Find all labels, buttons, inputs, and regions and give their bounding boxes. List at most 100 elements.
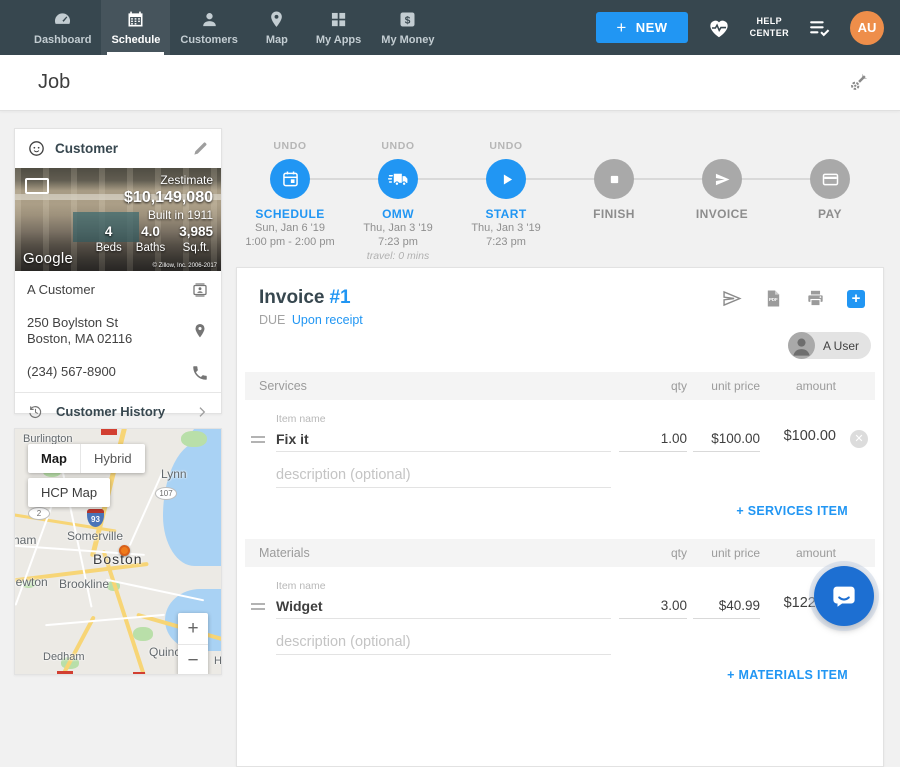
credit-card-icon-button[interactable] bbox=[810, 159, 850, 199]
map-label-brookline: Brookline bbox=[59, 577, 109, 591]
help-center-button[interactable]: HELP CENTER bbox=[750, 16, 789, 39]
zestimate-label: Zestimate bbox=[96, 173, 213, 188]
invoice-number: #1 bbox=[329, 287, 350, 308]
map-label-dedham: Dedham bbox=[43, 651, 85, 663]
add-materials-item-link[interactable]: + MATERIALS ITEM bbox=[727, 668, 848, 682]
zoom-in-button[interactable]: + bbox=[178, 613, 208, 644]
delete-line-item-button[interactable]: ✕ bbox=[850, 430, 868, 448]
step-label: OMW bbox=[382, 207, 414, 221]
help-center-line1: HELP bbox=[750, 16, 789, 27]
job-settings-icon[interactable] bbox=[847, 71, 870, 94]
unit-price-input[interactable] bbox=[693, 426, 760, 452]
nav-item-my-money[interactable]: $ My Money bbox=[371, 0, 444, 55]
services-section-header: Services qty unit price amount bbox=[245, 372, 875, 400]
chat-launcher-button[interactable] bbox=[814, 566, 874, 626]
qty-column-header: qty bbox=[671, 546, 687, 560]
invoice-due: DUE Upon receipt bbox=[259, 313, 363, 327]
print-icon[interactable] bbox=[805, 288, 826, 309]
item-name-input[interactable] bbox=[276, 426, 611, 452]
send-invoice-icon[interactable] bbox=[721, 288, 742, 309]
undo-schedule-link[interactable]: UNDO bbox=[273, 140, 306, 152]
nav-item-dashboard[interactable]: Dashboard bbox=[24, 0, 101, 55]
plus-icon: + bbox=[616, 18, 626, 38]
amount-column-header: amount bbox=[796, 379, 836, 393]
step-date: Thu, Jan 3 '19 bbox=[471, 221, 540, 235]
nav-item-customers[interactable]: Customers bbox=[170, 0, 247, 55]
apps-grid-icon bbox=[328, 9, 349, 30]
customer-details: A Customer 250 Boylston StBoston, MA 021… bbox=[15, 271, 221, 431]
map-type-hybrid-button[interactable]: Hybrid bbox=[80, 444, 145, 473]
edit-pencil-icon[interactable] bbox=[191, 140, 209, 158]
nav-item-my-apps[interactable]: My Apps bbox=[306, 0, 371, 55]
schedule-icon bbox=[125, 9, 146, 30]
property-photo[interactable]: Zestimate $10,149,080 Built in 1911 4Bed… bbox=[15, 168, 221, 271]
location-pin-icon[interactable] bbox=[191, 322, 209, 340]
item-description-input[interactable] bbox=[276, 629, 611, 655]
section-name: Services bbox=[259, 379, 307, 393]
timeline-step-omw: UNDO OMW Thu, Jan 3 '19 7:23 pm travel: … bbox=[344, 130, 452, 263]
map-panel[interactable]: 107 2 93 Burlington Lynn ham Somerville … bbox=[14, 428, 222, 675]
job-location-marker bbox=[119, 545, 130, 556]
customer-address: 250 Boylston StBoston, MA 02116 bbox=[27, 315, 132, 348]
finish-step-button[interactable] bbox=[594, 159, 634, 199]
item-description-input[interactable] bbox=[276, 462, 611, 488]
step-time: 1:00 pm - 2:00 pm bbox=[245, 235, 334, 249]
add-invoice-button[interactable]: + bbox=[847, 290, 865, 308]
drag-handle[interactable] bbox=[251, 603, 265, 613]
job-progress-timeline: UNDO SCHEDULE Sun, Jan 6 '19 1:00 pm - 2… bbox=[236, 130, 884, 265]
hcp-map-button[interactable]: HCP Map bbox=[28, 478, 110, 507]
phone-icon[interactable] bbox=[191, 364, 209, 382]
map-label-boston: Boston bbox=[93, 551, 143, 567]
customer-card-title: Customer bbox=[55, 141, 191, 156]
zestimate-value: $10,149,080 bbox=[96, 188, 213, 208]
new-button[interactable]: + NEW bbox=[596, 12, 687, 43]
zoom-out-button[interactable]: − bbox=[178, 645, 208, 675]
built-year: Built in 1911 bbox=[96, 208, 213, 223]
nav-item-map[interactable]: Map bbox=[248, 0, 306, 55]
invoice-step-button[interactable] bbox=[702, 159, 742, 199]
assignee-pill[interactable]: A User bbox=[788, 332, 871, 359]
assignee-name: A User bbox=[815, 339, 871, 353]
nav-item-schedule[interactable]: Schedule bbox=[101, 0, 170, 55]
assignee-avatar-icon bbox=[788, 332, 815, 359]
due-terms-link[interactable]: Upon receipt bbox=[292, 313, 363, 327]
page-header: Job bbox=[0, 55, 900, 111]
map-label-waltham: ham bbox=[14, 533, 36, 547]
stat-baths: 4.0Baths bbox=[136, 224, 165, 255]
stop-icon bbox=[604, 169, 625, 190]
dashboard-icon bbox=[52, 9, 73, 30]
tasks-button[interactable] bbox=[807, 15, 832, 40]
customers-icon bbox=[199, 9, 220, 30]
due-label: DUE bbox=[259, 313, 285, 327]
add-services-item-link[interactable]: + SERVICES ITEM bbox=[736, 504, 848, 518]
omw-step-button[interactable] bbox=[378, 159, 418, 199]
unit-price-input[interactable] bbox=[693, 593, 760, 619]
line-amount: $100.00 bbox=[784, 428, 836, 444]
chevron-right-icon bbox=[195, 405, 209, 419]
item-name-input[interactable] bbox=[276, 593, 611, 619]
truck-icon bbox=[388, 169, 409, 190]
customer-card-header: Customer bbox=[15, 129, 221, 168]
qty-input[interactable] bbox=[619, 426, 687, 452]
customer-history-row[interactable]: Customer History bbox=[27, 393, 209, 431]
avatar-initials: AU bbox=[858, 20, 877, 35]
checklist-icon bbox=[807, 15, 832, 40]
contact-card-icon[interactable] bbox=[191, 281, 209, 299]
map-type-map-button[interactable]: Map bbox=[28, 444, 80, 473]
undo-start-link[interactable]: UNDO bbox=[489, 140, 522, 152]
health-heart-button[interactable] bbox=[706, 15, 732, 41]
customer-history-label: Customer History bbox=[56, 404, 195, 419]
nav-item-label: Map bbox=[266, 34, 288, 46]
invoice-title: Invoice#1 bbox=[259, 287, 351, 309]
user-avatar[interactable]: AU bbox=[850, 11, 884, 45]
map-water bbox=[163, 441, 222, 566]
qty-input[interactable] bbox=[619, 593, 687, 619]
schedule-step-button[interactable] bbox=[270, 159, 310, 199]
undo-omw-link[interactable]: UNDO bbox=[381, 140, 414, 152]
invoice-actions: PDF + bbox=[721, 288, 865, 309]
drag-handle[interactable] bbox=[251, 436, 265, 446]
help-center-line2: CENTER bbox=[750, 28, 789, 39]
start-step-button[interactable] bbox=[486, 159, 526, 199]
timeline-step-finish: FINISH bbox=[560, 130, 668, 263]
pdf-icon[interactable]: PDF bbox=[763, 288, 784, 309]
